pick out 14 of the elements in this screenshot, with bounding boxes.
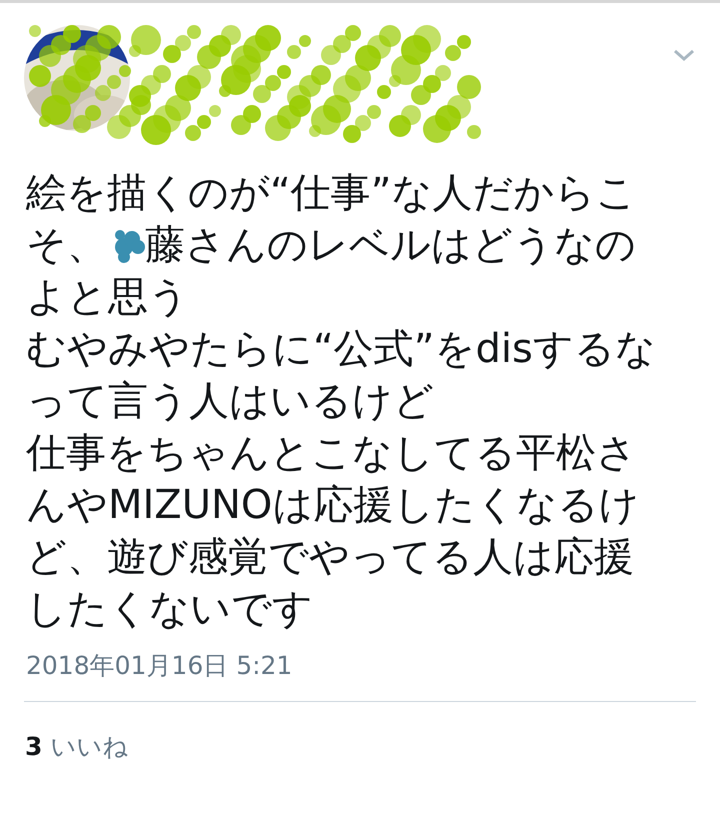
like-count: 3	[25, 732, 42, 761]
tweet-text: 藤さんのレベルはどうなの	[145, 221, 636, 270]
chevron-icon[interactable]	[672, 47, 696, 63]
tweet-text: って言う人はいるけど	[26, 377, 434, 426]
tweet-text: 絵を描くのが“仕事”な人だからこ	[26, 169, 636, 218]
tweet-text: したくないです	[26, 585, 313, 634]
tweet-text: むやみやたらに“公式”をdisするな	[26, 325, 656, 374]
tweet-text: ど、遊び感覚でやってる人は応援	[26, 533, 634, 582]
tweet-text: 仕事をちゃんとこなしてる平松さ	[26, 429, 637, 478]
like-label[interactable]: いいね	[50, 730, 128, 763]
tweet-text: よと思う	[26, 273, 189, 322]
tweet-text: そ、	[26, 221, 107, 270]
tweet-text: んやMIZUNOは応援したくなるけ	[26, 481, 640, 530]
timestamp: 2018年01月16日 5:21	[25, 650, 294, 682]
